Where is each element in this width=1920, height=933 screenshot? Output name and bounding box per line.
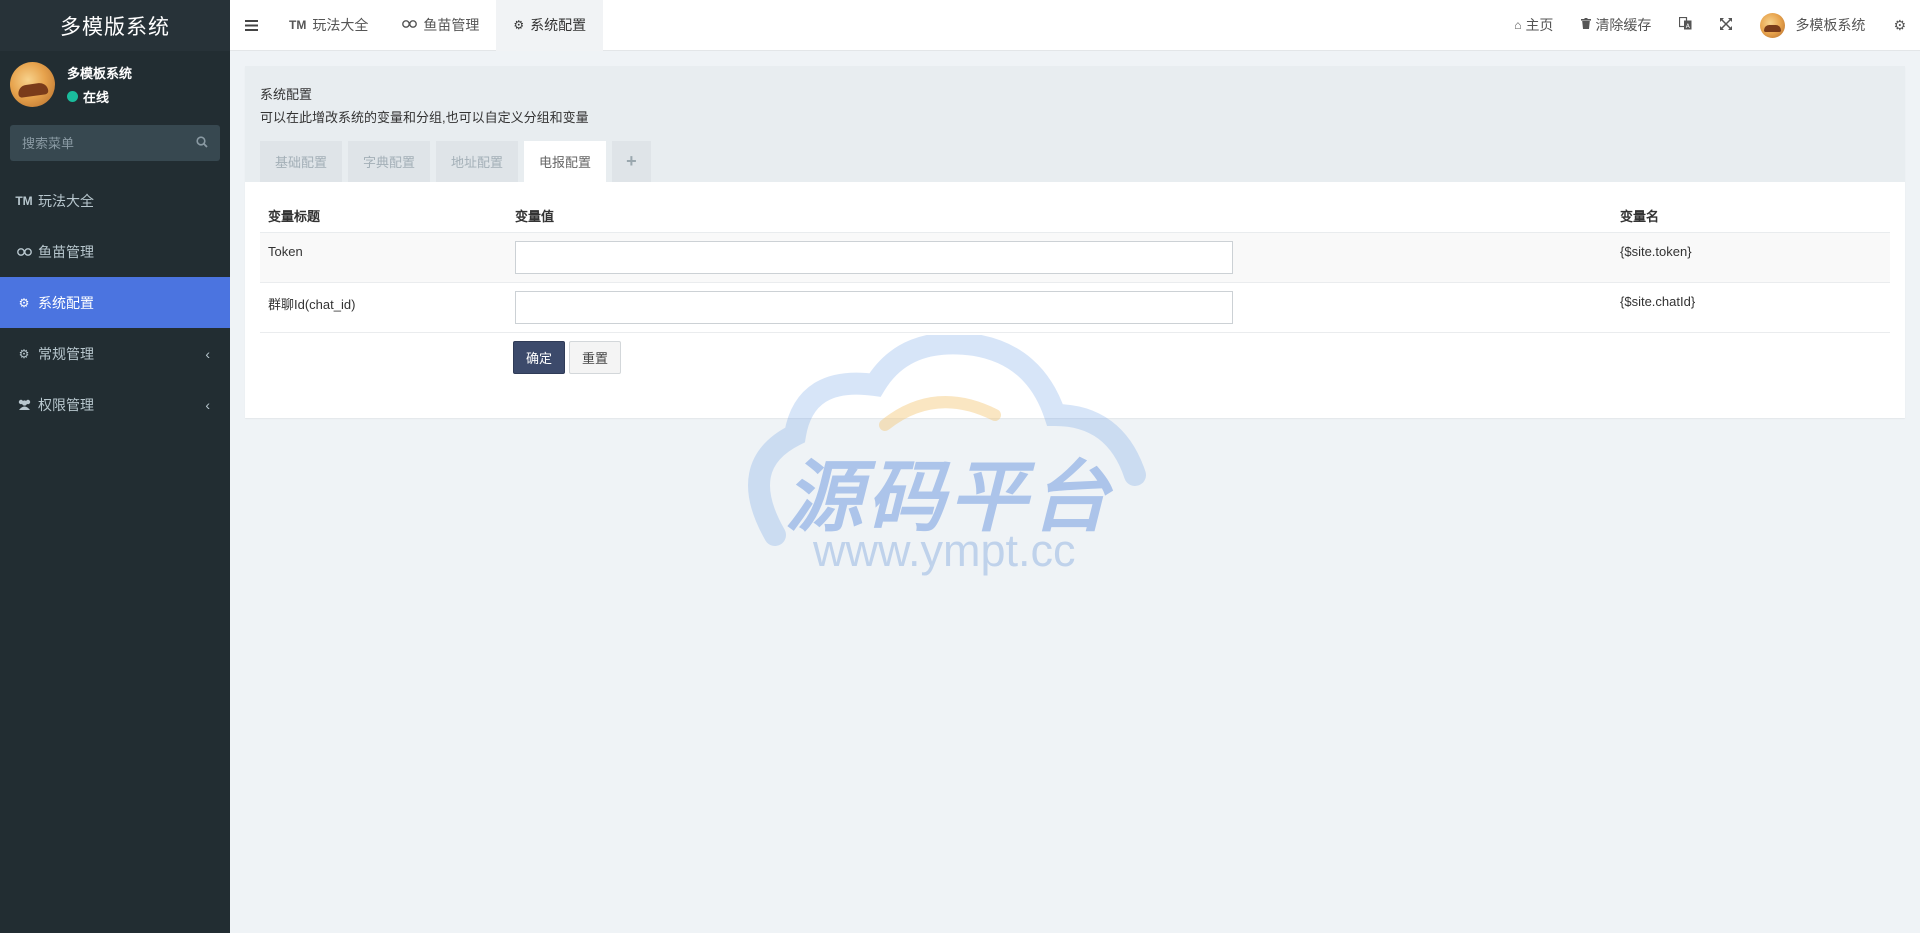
chevron-left-icon: ‹ — [205, 345, 210, 362]
page-description: 可以在此增改系统的变量和分组,也可以自定义分组和变量 — [260, 110, 589, 125]
trash-icon — [1581, 18, 1592, 32]
settings-button[interactable]: ⚙ — [1879, 0, 1920, 51]
navbar-right: ⌂ 主页 清除缓存 A 多模板系统 ⚙ — [1500, 0, 1920, 51]
avatar — [10, 62, 55, 107]
table-header: 变量标题 变量值 变量名 — [260, 198, 1890, 233]
tab-telegram-config[interactable]: 电报配置 — [524, 141, 607, 182]
watermark-url: www.ympt.cc — [813, 525, 1076, 576]
avatar — [1760, 12, 1786, 38]
watermark-brand: 源码平台 — [785, 453, 1114, 543]
tab-label: 系统配置 — [530, 17, 587, 33]
tab-fry[interactable]: 鱼苗管理 — [385, 0, 496, 51]
sidebar-search — [10, 125, 220, 161]
clear-cache-button[interactable]: 清除缓存 — [1567, 0, 1665, 51]
page-title: 系统配置 — [260, 87, 313, 102]
sidebar: 多模版系统 多模板系统 在线 TM 玩法大全 鱼苗管理 ⚙ 系统配 — [0, 0, 230, 933]
user-status: 在线 — [67, 87, 132, 106]
gear-icon: ⚙ — [18, 295, 30, 310]
gear-icon: ⚙ — [513, 18, 525, 32]
tab-dictionary-config[interactable]: 字典配置 — [348, 141, 431, 182]
sidebar-item-fry[interactable]: 鱼苗管理 — [0, 226, 230, 277]
trademark-icon: TM — [15, 193, 33, 208]
top-navbar: TM 玩法大全 鱼苗管理 ⚙ 系统配置 ⌂ 主页 清除缓存 A 多模板系统 ⚙ — [230, 0, 1920, 51]
panel-heading: 系统配置 可以在此增改系统的变量和分组,也可以自定义分组和变量 基础配置 字典配… — [245, 66, 1905, 182]
reset-button[interactable]: 重置 — [569, 341, 622, 374]
translate-icon: A — [1679, 16, 1692, 33]
home-link[interactable]: ⌂ 主页 — [1500, 0, 1567, 51]
config-tabs: 基础配置 字典配置 地址配置 电报配置 + — [260, 141, 657, 182]
sidebar-item-general[interactable]: ⚙ 常规管理 ‹ — [0, 328, 230, 379]
sidebar-item-label: 权限管理 — [38, 396, 94, 413]
fullscreen-button[interactable] — [1706, 0, 1746, 51]
sidebar-item-label: 常规管理 — [38, 345, 94, 362]
search-input[interactable] — [22, 135, 182, 151]
header-name: 变量名 — [1620, 208, 1660, 224]
config-panel: 系统配置 可以在此增改系统的变量和分组,也可以自定义分组和变量 基础配置 字典配… — [245, 66, 1905, 418]
form-actions: 确定 重置 — [260, 333, 1890, 374]
sidebar-item-label: 系统配置 — [38, 294, 94, 311]
binoculars-icon — [16, 247, 32, 257]
home-label: 主页 — [1525, 17, 1554, 33]
row-title: Token — [268, 244, 303, 259]
sidebar-item-label: 玩法大全 — [38, 192, 94, 209]
row-var-name: {$site.token} — [1620, 244, 1692, 259]
sidebar-item-gameplay[interactable]: TM 玩法大全 — [0, 175, 230, 226]
tab-label: 玩法大全 — [312, 17, 369, 33]
tab-basic-config[interactable]: 基础配置 — [260, 141, 343, 182]
sidebar-item-label: 鱼苗管理 — [38, 243, 94, 260]
config-table: 变量标题 变量值 变量名 Token {$site.token} 群聊Id(ch… — [260, 198, 1890, 374]
binoculars-icon — [402, 18, 418, 32]
app-logo[interactable]: 多模版系统 — [0, 0, 230, 51]
translate-button[interactable]: A — [1665, 0, 1706, 51]
expand-icon — [1720, 17, 1733, 33]
user-menu-label: 多模板系统 — [1795, 17, 1866, 33]
row-title: 群聊Id(chat_id) — [268, 297, 356, 312]
sidebar-item-permission[interactable]: 权限管理 ‹ — [0, 379, 230, 430]
sidebar-item-system-config[interactable]: ⚙ 系统配置 — [0, 277, 230, 328]
menu-toggle-icon[interactable] — [230, 0, 272, 51]
table-row: Token {$site.token} — [260, 233, 1890, 283]
sidebar-menu: TM 玩法大全 鱼苗管理 ⚙ 系统配置 ⚙ 常规管理 ‹ 权限管理 ‹ — [0, 175, 230, 430]
online-dot-icon — [67, 91, 78, 102]
home-icon: ⌂ — [1514, 18, 1522, 32]
header-title: 变量标题 — [268, 208, 321, 224]
cogs-icon: ⚙ — [18, 346, 30, 361]
table-row: 群聊Id(chat_id) {$site.chatId} — [260, 283, 1890, 333]
tab-address-config[interactable]: 地址配置 — [436, 141, 519, 182]
user-panel: 多模板系统 在线 — [0, 51, 230, 118]
cogs-icon: ⚙ — [1893, 16, 1906, 33]
status-text: 在线 — [83, 90, 110, 105]
clear-cache-label: 清除缓存 — [1595, 17, 1652, 33]
users-icon — [16, 399, 32, 410]
user-menu[interactable]: 多模板系统 — [1746, 0, 1879, 51]
search-icon[interactable] — [196, 135, 208, 151]
trademark-icon: TM — [289, 18, 307, 32]
user-name: 多模板系统 — [67, 66, 133, 81]
tab-gameplay[interactable]: TM 玩法大全 — [272, 0, 385, 51]
tab-label: 鱼苗管理 — [423, 17, 480, 33]
chat-id-input[interactable] — [515, 291, 1233, 324]
row-var-name: {$site.chatId} — [1620, 294, 1696, 309]
header-value: 变量值 — [515, 208, 555, 224]
add-tab-button[interactable]: + — [612, 141, 651, 182]
chevron-left-icon: ‹ — [205, 396, 210, 413]
submit-button[interactable]: 确定 — [513, 341, 566, 374]
token-input[interactable] — [515, 241, 1233, 274]
tab-system-config[interactable]: ⚙ 系统配置 — [496, 0, 604, 51]
